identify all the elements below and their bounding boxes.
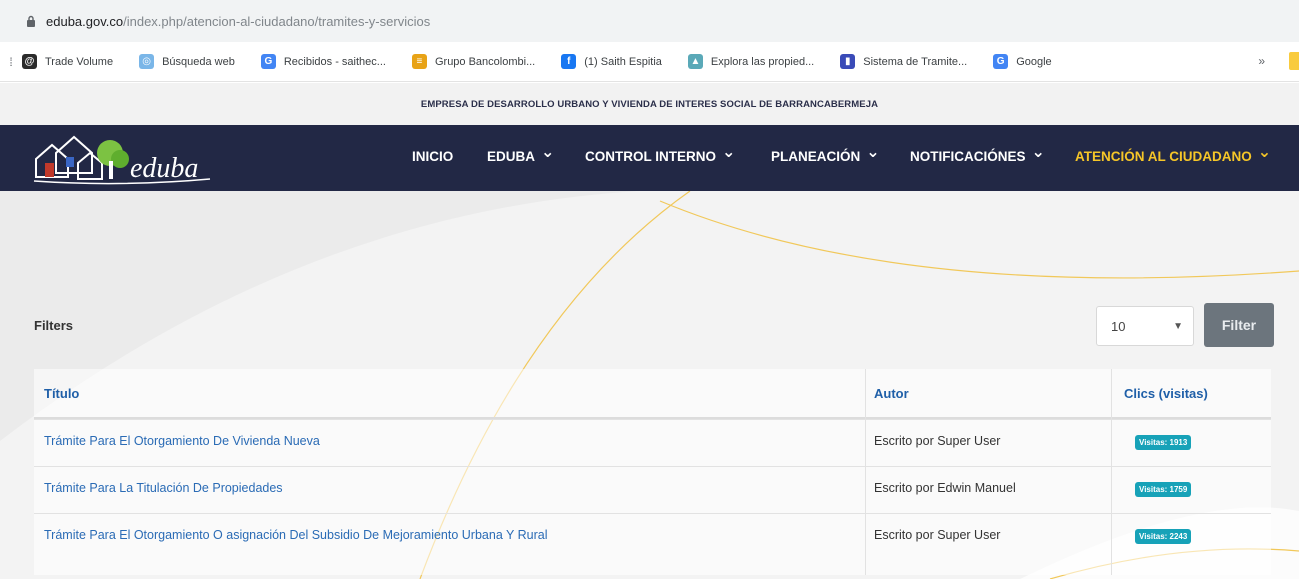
chevron-down-icon: ⌄ (1031, 143, 1045, 161)
procedure-author: Escrito por Edwin Manuel (874, 481, 1016, 495)
bookmark-item[interactable]: ◎ Búsqueda web (139, 54, 235, 69)
nav-item-label: PLANEACIÓN (771, 149, 861, 164)
table-row: Trámite Para El Otorgamiento De Vivienda… (34, 419, 1271, 464)
filter-button[interactable]: Filter (1204, 303, 1274, 347)
column-header-title[interactable]: Título (44, 386, 79, 401)
nav-item-label: CONTROL INTERNO (585, 149, 716, 164)
trade-volume-icon: @ (22, 54, 37, 69)
bookmark-label: Trade Volume (45, 55, 114, 68)
nav-item-inicio[interactable]: INICIO (412, 149, 453, 164)
nav-item-label: EDUBA (487, 149, 536, 164)
chevron-down-icon: ⌄ (1257, 143, 1272, 161)
table-header: Título Autor Clics (visitas) (34, 369, 1271, 419)
bookmark-item[interactable]: @ Trade Volume (22, 54, 113, 69)
org-banner: EMPRESA DE DESARROLLO URBANO Y VIVIENDA … (0, 83, 1299, 125)
bookmark-label: Recibidos - saithec... (283, 55, 386, 68)
bookmark-item[interactable]: f (1) Saith Espitia (561, 54, 662, 69)
web-search-icon: ◎ (139, 54, 155, 69)
nav-item-label: INICIO (412, 149, 454, 164)
main-content: Filters 10 ▼ Filter Título Autor Clics (… (0, 191, 1299, 579)
bookmark-item[interactable]: G Google (993, 54, 1052, 69)
procedures-table: Título Autor Clics (visitas) Trámite Par… (34, 369, 1271, 575)
chevron-down-icon: ⌄ (866, 143, 880, 161)
nav-item-eduba[interactable]: EDUBA ⌄ (487, 143, 555, 164)
system-icon: ▮ (840, 54, 856, 69)
main-navbar: eduba INICIO EDUBA ⌄ CONTROL INTERNO ⌄ PLANEA… (0, 125, 1299, 191)
nav-item-atenci-n-al-ciudadano[interactable]: ATENCIÓN AL CIUDADANO ⌄ (1075, 143, 1272, 164)
eduba-logo[interactable]: eduba (30, 129, 240, 189)
url-field[interactable]: eduba.gov.co/index.php/atencion-al-ciuda… (8, 6, 1291, 36)
org-name: EMPRESA DE DESARROLLO URBANO Y VIVIENDA … (420, 98, 879, 110)
visits-badge: Visitas: 1913 (1135, 435, 1192, 450)
filters-label: Filters (34, 318, 74, 333)
bookmarks-more-button[interactable]: » (1258, 54, 1265, 68)
column-header-clicks[interactable]: Clics (visitas) (1124, 386, 1208, 401)
nav-item-planeaci-n[interactable]: PLANEACIÓN ⌄ (771, 143, 880, 164)
logo-text: eduba (130, 153, 198, 184)
table-row: Trámite Para La Titulación De Propiedade… (34, 466, 1271, 511)
bookmark-item[interactable]: ▮ Sistema de Tramite... (840, 54, 967, 69)
procedure-author: Escrito por Super User (874, 434, 1001, 448)
url-path: /index.php/atencion-al-ciudadano/tramite… (123, 13, 431, 29)
bookmark-label: Sistema de Tramite... (863, 55, 968, 68)
bookmark-label: Explora las propied... (710, 55, 815, 68)
bookmark-label: (1) Saith Espitia (584, 55, 662, 68)
url-domain: eduba.gov.co (46, 13, 124, 29)
browser-address-bar: eduba.gov.co/index.php/atencion-al-ciuda… (0, 0, 1299, 42)
lock-icon[interactable] (26, 15, 36, 27)
bookmark-label: Grupo Bancolombi... (434, 55, 536, 68)
facebook-icon: f (561, 54, 577, 69)
list-limit-value: 10 (1111, 318, 1126, 334)
nav-item-control-interno[interactable]: CONTROL INTERNO ⌄ (585, 143, 736, 164)
bookmark-item[interactable]: G Recibidos - saithec... (260, 54, 386, 69)
column-header-author[interactable]: Autor (874, 386, 909, 401)
chevron-down-icon: ⌄ (541, 143, 555, 161)
bookmark-label: Búsqueda web (162, 55, 235, 68)
property-icon: ▲ (687, 54, 703, 69)
google-icon: G (993, 54, 1009, 69)
bookmark-folder-icon[interactable] (1289, 52, 1299, 70)
visits-badge: Visitas: 2243 (1135, 529, 1192, 544)
procedure-title-link[interactable]: Trámite Para El Otorgamiento De Vivienda… (44, 434, 320, 448)
bookmarks-bar: ⁞ @ Trade Volume ◎ Búsqueda web G Recibidos -… (0, 42, 1299, 82)
nav-item-label: NOTIFICACIÓNES (910, 149, 1026, 164)
table-row: Trámite Para El Otorgamiento O asignació… (34, 513, 1271, 558)
google-icon: G (260, 54, 276, 69)
bookmark-label: Google (1016, 55, 1052, 68)
visits-badge: Visitas: 1759 (1135, 482, 1192, 497)
chevron-down-icon: ▼ (1173, 320, 1183, 332)
nav-item-notificaci-nes[interactable]: NOTIFICACIÓNES ⌄ (910, 143, 1045, 164)
chevron-down-icon: ⌄ (722, 143, 736, 161)
procedure-author: Escrito por Super User (874, 528, 1001, 542)
procedure-title-link[interactable]: Trámite Para El Otorgamiento O asignació… (44, 528, 547, 542)
bookmark-item[interactable]: ▲ Explora las propied... (687, 54, 815, 69)
list-limit-select[interactable]: 10 ▼ (1096, 306, 1194, 346)
procedure-title-link[interactable]: Trámite Para La Titulación De Propiedade… (44, 481, 283, 495)
bancolombia-icon: ≡ (411, 54, 427, 69)
bookmark-item[interactable]: ≡ Grupo Bancolombi... (411, 54, 536, 69)
apps-icon[interactable]: ⁞ (0, 55, 22, 69)
nav-item-label: ATENCIÓN AL CIUDADANO (1075, 149, 1252, 164)
